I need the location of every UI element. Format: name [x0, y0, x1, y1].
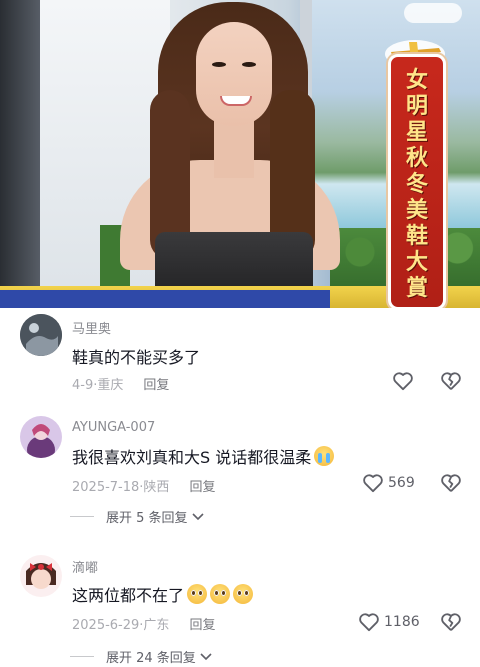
comment-text-content: 我很喜欢刘真和大S 说话都很温柔	[72, 448, 312, 467]
broken-heart-icon	[441, 474, 461, 492]
expand-replies-button[interactable]: 展开 5 条回复	[70, 507, 204, 526]
heart-outline-icon	[359, 613, 379, 632]
broken-heart-icon	[441, 613, 461, 631]
dislike-button[interactable]	[440, 473, 462, 493]
comment-text: 这两位都不在了	[72, 582, 254, 606]
reply-button[interactable]: 回复	[189, 618, 215, 633]
comment-location: 陕西	[143, 480, 170, 495]
person-neck	[214, 118, 254, 178]
pleading-face-icon	[233, 584, 254, 604]
like-count: 1186	[384, 614, 420, 630]
like-button[interactable]: 569	[362, 473, 415, 493]
person-eye-right	[242, 62, 256, 67]
reply-button[interactable]: 回复	[143, 378, 169, 393]
pleading-face-icon	[210, 584, 231, 604]
avatar[interactable]	[20, 555, 62, 597]
comment-location: 广东	[143, 618, 170, 633]
comment-username[interactable]: AYUNGA-007	[72, 420, 155, 435]
curtain	[0, 0, 40, 300]
broken-heart-icon	[441, 372, 461, 390]
comment-item: AYUNGA-007 我很喜欢刘真和大S 说话都很温柔 2025-7-18·陕西…	[0, 408, 480, 538]
desk-panel	[0, 290, 330, 308]
title-banner: 女明星秋冬美鞋大賞	[388, 54, 446, 308]
like-button[interactable]	[392, 371, 418, 391]
comment-username[interactable]: 马里奥	[72, 318, 111, 337]
video-frame[interactable]: 女明星秋冬美鞋大賞	[0, 0, 480, 308]
comment-location: 重庆	[97, 378, 124, 393]
like-count: 569	[388, 475, 415, 491]
comment-item: 滴嘟 这两位都不在了 2025-6-29·广东 回复 1186 展开 24 条回复	[0, 540, 480, 667]
comment-date: 2025-7-18	[72, 480, 140, 495]
heart-outline-icon	[393, 372, 413, 391]
avatar-image	[20, 416, 62, 458]
person-eye-left	[212, 62, 226, 67]
chevron-down-icon	[191, 512, 204, 520]
dislike-button[interactable]	[440, 371, 462, 391]
person-mouth	[220, 96, 252, 106]
comment-meta: 4-9·重庆 回复	[72, 374, 169, 393]
comment-username[interactable]: 滴嘟	[72, 557, 98, 576]
pleading-face-icon	[187, 584, 208, 604]
comment-meta: 2025-7-18·陕西 回复	[72, 476, 215, 495]
expand-replies-label: 展开 24 条回复	[106, 651, 196, 666]
comment-date: 4-9	[72, 378, 94, 393]
expand-replies-label: 展开 5 条回复	[106, 511, 188, 526]
divider-line	[70, 516, 94, 517]
avatar[interactable]	[20, 314, 62, 356]
heart-outline-icon	[363, 474, 383, 493]
divider-line	[70, 656, 94, 657]
avatar-image	[20, 314, 62, 356]
person-face	[196, 22, 272, 126]
comment-meta: 2025-6-29·广东 回复	[72, 614, 215, 633]
comment-item: 马里奥 鞋真的不能买多了 4-9·重庆 回复	[0, 308, 480, 408]
banner-title: 女明星秋冬美鞋大賞	[405, 67, 428, 301]
crying-face-icon	[314, 446, 335, 466]
expand-replies-button[interactable]: 展开 24 条回复	[70, 647, 212, 666]
comment-text-content: 这两位都不在了	[72, 586, 185, 605]
comment-date: 2025-6-29	[72, 618, 140, 633]
like-button[interactable]: 1186	[358, 612, 420, 632]
comment-text: 鞋真的不能买多了	[72, 348, 201, 367]
comment-text: 我很喜欢刘真和大S 说话都很温柔	[72, 444, 335, 468]
channel-logo	[404, 3, 462, 23]
chevron-down-icon	[200, 652, 212, 660]
dislike-button[interactable]	[440, 612, 462, 632]
avatar-image	[20, 555, 62, 597]
avatar[interactable]	[20, 416, 62, 458]
reply-button[interactable]: 回复	[189, 480, 215, 495]
